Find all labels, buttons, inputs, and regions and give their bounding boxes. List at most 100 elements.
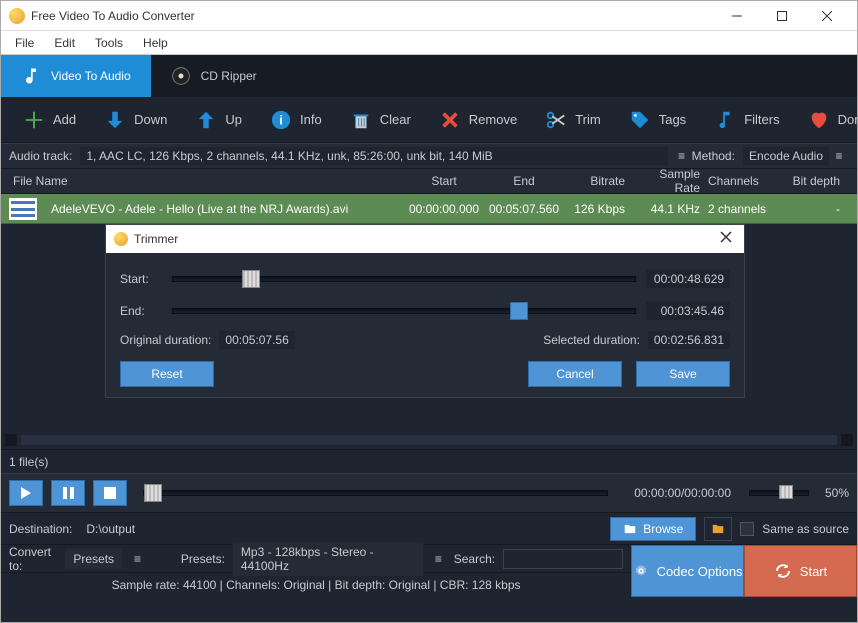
add-button[interactable]: Add: [23, 109, 76, 131]
close-button[interactable]: [804, 2, 849, 30]
preset-select[interactable]: Mp3 - 128kbps - Stereo - 44100Hz: [233, 542, 423, 576]
info-button[interactable]: i Info: [270, 109, 322, 131]
info-icon: i: [270, 109, 292, 131]
presets-label: Presets:: [181, 552, 225, 566]
volume-percent: 50%: [817, 486, 849, 500]
down-button[interactable]: Down: [104, 109, 167, 131]
menu-edit[interactable]: Edit: [44, 31, 85, 54]
trim-button[interactable]: Trim: [545, 109, 601, 131]
playback-time: 00:00:00/00:00:00: [634, 486, 731, 500]
file-bitrate: 126 Kbps: [564, 202, 629, 216]
same-as-source-checkbox[interactable]: [740, 522, 754, 536]
audio-track-menu-icon[interactable]: ≡: [672, 149, 692, 163]
music-filter-icon: [714, 109, 736, 131]
titlebar: Free Video To Audio Converter: [1, 1, 857, 31]
trim-start-label: Start:: [120, 272, 162, 286]
file-row[interactable]: AdeleVEVO - Adele - Hello (Live at the N…: [1, 194, 857, 224]
trim-end-slider[interactable]: [172, 308, 636, 314]
menu-file[interactable]: File: [5, 31, 44, 54]
remove-button[interactable]: Remove: [439, 109, 517, 131]
up-button[interactable]: Up: [195, 109, 242, 131]
tags-button[interactable]: Tags: [629, 109, 686, 131]
tab-cd-ripper[interactable]: CD Ripper: [151, 55, 277, 97]
trimmer-close-button[interactable]: [716, 230, 736, 248]
tag-icon: [629, 109, 651, 131]
clear-button[interactable]: Clear: [350, 109, 411, 131]
file-list-header: File Name Start End Bitrate Sample Rate …: [1, 169, 857, 194]
arrow-up-icon: [195, 109, 217, 131]
trim-cancel-button[interactable]: Cancel: [528, 361, 622, 387]
filters-button[interactable]: Filters: [714, 109, 779, 131]
codec-info-line: Sample rate: 44100 | Channels: Original …: [1, 573, 631, 597]
trash-icon: [350, 109, 372, 131]
destination-bar: Destination: Browse Same as source: [1, 513, 857, 545]
svg-text:i: i: [279, 112, 283, 127]
col-end[interactable]: End: [484, 174, 564, 188]
convert-to-select[interactable]: Presets: [65, 549, 122, 569]
file-sample-rate: 44.1 KHz: [629, 202, 704, 216]
file-end: 00:05:07.560: [484, 202, 564, 216]
play-button[interactable]: [9, 480, 43, 506]
col-bit-depth[interactable]: Bit depth: [784, 174, 844, 188]
method-menu-icon[interactable]: ≡: [829, 149, 849, 163]
audio-track-label: Audio track:: [9, 149, 72, 163]
scroll-track[interactable]: [21, 435, 837, 445]
horizontal-scrollbar[interactable]: [1, 431, 857, 449]
recent-folders-button[interactable]: [704, 517, 732, 541]
menu-tools[interactable]: Tools: [85, 31, 133, 54]
tab-video-to-audio[interactable]: Video To Audio: [1, 55, 151, 97]
col-filename[interactable]: File Name: [9, 174, 404, 188]
maximize-button[interactable]: [759, 2, 804, 30]
codec-options-button[interactable]: Codec Options: [631, 545, 744, 597]
pause-button[interactable]: [51, 480, 85, 506]
trim-end-value[interactable]: 00:03:45.46: [646, 302, 730, 320]
destination-input[interactable]: [80, 518, 602, 540]
audio-track-select[interactable]: 1, AAC LC, 126 Kbps, 2 channels, 44.1 KH…: [80, 147, 667, 165]
file-list-area: Trimmer Start: 00:00:48.629 End: 00:03:4…: [1, 224, 857, 431]
video-file-icon: [9, 198, 37, 220]
minimize-button[interactable]: [714, 2, 759, 30]
search-label: Search:: [454, 552, 495, 566]
arrow-down-icon: [104, 109, 126, 131]
bottom-bar: Convert to: Presets ≡ Presets: Mp3 - 128…: [1, 545, 857, 597]
col-sample-rate[interactable]: Sample Rate: [629, 167, 704, 195]
sel-duration-value: 00:02:56.831: [648, 331, 730, 349]
music-note-icon: [21, 66, 41, 86]
main-tabs: Video To Audio CD Ripper: [1, 55, 857, 97]
file-name: AdeleVEVO - Adele - Hello (Live at the N…: [47, 202, 404, 216]
file-bit-depth: -: [784, 202, 844, 216]
destination-label: Destination:: [9, 522, 72, 536]
heart-icon: [808, 109, 830, 131]
scissors-icon: [545, 109, 567, 131]
preset-search-input[interactable]: [503, 549, 623, 569]
col-channels[interactable]: Channels: [704, 174, 784, 188]
preset-menu-icon[interactable]: ≡: [431, 552, 446, 566]
start-button[interactable]: Start: [744, 545, 857, 597]
scroll-right-icon[interactable]: [841, 434, 853, 446]
playback-slider[interactable]: [143, 490, 608, 496]
menu-help[interactable]: Help: [133, 31, 178, 54]
trim-save-button[interactable]: Save: [636, 361, 730, 387]
trim-end-label: End:: [120, 304, 162, 318]
trimmer-title: Trimmer: [134, 232, 716, 246]
sel-duration-label: Selected duration:: [543, 333, 640, 347]
method-select[interactable]: Encode Audio: [743, 147, 829, 165]
folder-open-icon: [711, 522, 725, 536]
volume-slider[interactable]: [749, 490, 809, 496]
trim-start-value[interactable]: 00:00:48.629: [646, 270, 730, 288]
method-label: Method:: [692, 149, 735, 163]
browse-button[interactable]: Browse: [610, 517, 696, 541]
donate-button[interactable]: Donate: [808, 109, 858, 131]
col-bitrate[interactable]: Bitrate: [564, 174, 629, 188]
convert-to-menu-icon[interactable]: ≡: [130, 552, 145, 566]
trim-reset-button[interactable]: Reset: [120, 361, 214, 387]
file-count: 1 file(s): [1, 449, 857, 473]
folder-icon: [623, 522, 637, 536]
trim-start-slider[interactable]: [172, 276, 636, 282]
col-start[interactable]: Start: [404, 174, 484, 188]
gear-icon: [633, 563, 649, 579]
stop-button[interactable]: [93, 480, 127, 506]
orig-duration-label: Original duration:: [120, 333, 211, 347]
scroll-left-icon[interactable]: [5, 434, 17, 446]
orig-duration-value: 00:05:07.56: [219, 331, 294, 349]
